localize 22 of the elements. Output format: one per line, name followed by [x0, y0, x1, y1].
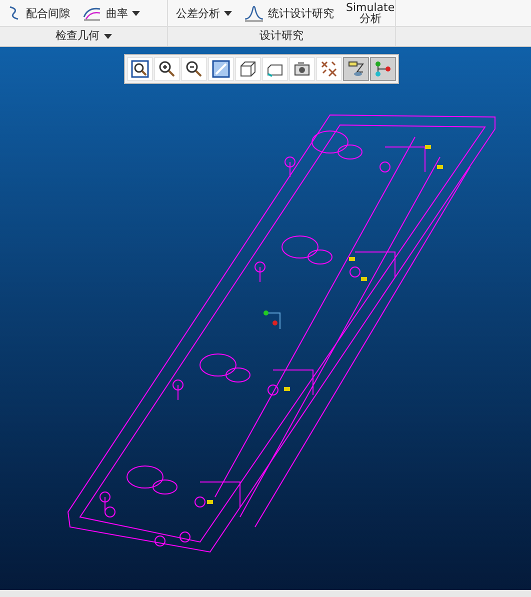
zoom-out-icon [185, 60, 203, 78]
zoom-fit-icon [131, 60, 149, 78]
ribbon-group-label[interactable]: 设计研究 [168, 27, 396, 46]
ribbon-command[interactable]: 曲率 [82, 5, 140, 21]
annotation-icon [347, 60, 365, 78]
ribbon-group-label[interactable]: 检查几何 [0, 27, 168, 46]
ribbon-command[interactable]: 公差分析 [176, 8, 232, 18]
curve-icon [82, 5, 102, 21]
repaint-icon [212, 60, 230, 78]
cube-icon [239, 60, 257, 78]
caret-icon [104, 34, 112, 39]
zoom-in-icon [158, 60, 176, 78]
datum-display-icon [320, 60, 338, 78]
ribbon-command[interactable]: 配合间隙 [8, 5, 70, 21]
ribbon-command[interactable]: 统计设计研究 [244, 4, 334, 22]
caret-icon [224, 10, 232, 16]
spin-center-icon [374, 60, 392, 78]
bell-curve-icon [244, 4, 264, 22]
ribbon-command[interactable]: Simulate 分析 [346, 2, 395, 24]
camera-icon [293, 60, 311, 78]
view-tool-button[interactable] [343, 57, 369, 81]
caret-icon [132, 10, 140, 16]
